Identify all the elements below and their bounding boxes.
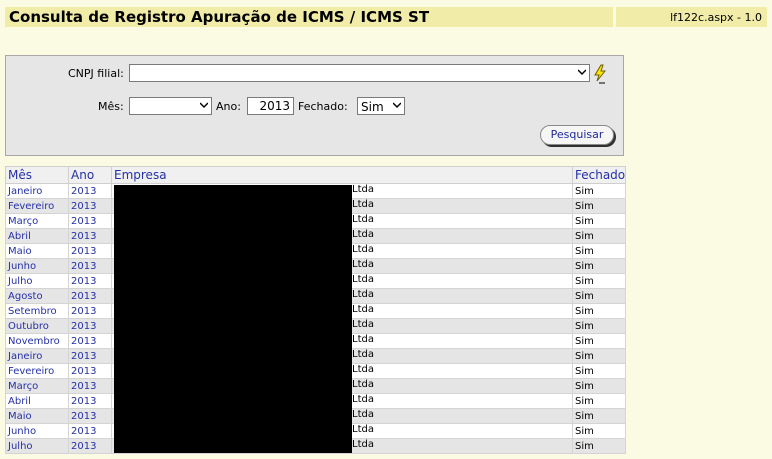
cell-ano[interactable]: 2013 <box>68 228 112 244</box>
cell-mes[interactable]: Maio <box>5 408 69 424</box>
cell-mes[interactable]: Março <box>5 378 69 394</box>
redaction-block <box>114 185 352 453</box>
filter-panel: CNPJ filial: Mês: Ano: 2013 Fechado: Sim… <box>5 55 624 156</box>
empresa-text: Ltda <box>352 274 374 286</box>
cell-fechado: Sim <box>572 318 626 334</box>
cell-mes[interactable]: Setembro <box>5 303 69 319</box>
column-header-empresa[interactable]: Empresa <box>111 166 573 184</box>
cell-mes[interactable]: Junho <box>5 423 69 439</box>
empresa-text: Ltda <box>352 379 374 391</box>
empresa-text: Ltda <box>352 424 374 436</box>
empresa-text: Ltda <box>352 439 374 451</box>
column-header-fechado[interactable]: Fechado <box>572 166 626 184</box>
empresa-text: Ltda <box>352 394 374 406</box>
empresa-text: Ltda <box>352 199 374 211</box>
cell-ano[interactable]: 2013 <box>68 258 112 274</box>
cell-fechado: Sim <box>572 348 626 364</box>
cell-mes[interactable]: Fevereiro <box>5 198 69 214</box>
empresa-text: Ltda <box>352 244 374 256</box>
cell-fechado: Sim <box>572 198 626 214</box>
cell-mes[interactable]: Agosto <box>5 288 69 304</box>
cell-fechado: Sim <box>572 423 626 439</box>
cnpj-label: CNPJ filial: <box>68 67 124 80</box>
cell-ano[interactable]: 2013 <box>68 363 112 379</box>
cell-fechado: Sim <box>572 303 626 319</box>
fechado-label: Fechado: <box>298 100 348 113</box>
cell-fechado: Sim <box>572 378 626 394</box>
cell-ano[interactable]: 2013 <box>68 393 112 409</box>
mes-select[interactable] <box>129 97 212 115</box>
cell-mes[interactable]: Julho <box>5 438 69 454</box>
empresa-text: Ltda <box>352 334 374 346</box>
cell-fechado: Sim <box>572 393 626 409</box>
cell-ano[interactable]: 2013 <box>68 348 112 364</box>
ano-input[interactable]: 2013 <box>247 97 294 115</box>
cell-ano[interactable]: 2013 <box>68 423 112 439</box>
cell-ano[interactable]: 2013 <box>68 408 112 424</box>
empresa-text: Ltda <box>352 409 374 421</box>
fechado-select-value: Sim <box>361 100 384 114</box>
cell-fechado: Sim <box>572 273 626 289</box>
cell-mes[interactable]: Janeiro <box>5 348 69 364</box>
empresa-text: Ltda <box>352 214 374 226</box>
cell-ano[interactable]: 2013 <box>68 198 112 214</box>
cell-fechado: Sim <box>572 183 626 199</box>
ano-label: Ano: <box>216 100 241 113</box>
table-header-row: Mês Ano Empresa Fechado <box>5 166 626 184</box>
cell-fechado: Sim <box>572 258 626 274</box>
search-button[interactable]: Pesquisar <box>540 125 614 145</box>
cell-mes[interactable]: Maio <box>5 243 69 259</box>
version-bar: lf122c.aspx - 1.0 <box>616 7 767 27</box>
cell-mes[interactable]: Março <box>5 213 69 229</box>
cell-mes[interactable]: Julho <box>5 273 69 289</box>
empresa-text: Ltda <box>352 364 374 376</box>
cell-mes[interactable]: Abril <box>5 393 69 409</box>
cell-ano[interactable]: 2013 <box>68 438 112 454</box>
cell-fechado: Sim <box>572 438 626 454</box>
chevron-down-icon <box>578 69 586 76</box>
empresa-text: Ltda <box>352 184 374 196</box>
cell-mes[interactable]: Outubro <box>5 318 69 334</box>
cell-ano[interactable]: 2013 <box>68 333 112 349</box>
cell-ano[interactable]: 2013 <box>68 213 112 229</box>
cell-mes[interactable]: Novembro <box>5 333 69 349</box>
empresa-text: Ltda <box>352 289 374 301</box>
cell-fechado: Sim <box>572 333 626 349</box>
empresa-text: Ltda <box>352 229 374 241</box>
page-version: lf122c.aspx - 1.0 <box>670 11 762 24</box>
cell-fechado: Sim <box>572 408 626 424</box>
cell-mes[interactable]: Janeiro <box>5 183 69 199</box>
cell-ano[interactable]: 2013 <box>68 273 112 289</box>
title-bar: Consulta de Registro Apuração de ICMS / … <box>5 7 613 27</box>
cell-ano[interactable]: 2013 <box>68 288 112 304</box>
cell-fechado: Sim <box>572 363 626 379</box>
cell-mes[interactable]: Junho <box>5 258 69 274</box>
cell-mes[interactable]: Fevereiro <box>5 363 69 379</box>
fechado-select[interactable]: Sim <box>357 97 405 115</box>
cell-ano[interactable]: 2013 <box>68 183 112 199</box>
column-header-ano[interactable]: Ano <box>68 166 112 184</box>
cell-fechado: Sim <box>572 228 626 244</box>
cell-fechado: Sim <box>572 288 626 304</box>
lightning-icon[interactable] <box>592 64 608 84</box>
empresa-text: Ltda <box>352 349 374 361</box>
column-header-mes[interactable]: Mês <box>5 166 69 184</box>
cell-fechado: Sim <box>572 243 626 259</box>
cell-fechado: Sim <box>572 213 626 229</box>
empresa-text: Ltda <box>352 304 374 316</box>
cell-ano[interactable]: 2013 <box>68 303 112 319</box>
mes-label: Mês: <box>98 100 124 113</box>
cell-ano[interactable]: 2013 <box>68 378 112 394</box>
cnpj-select[interactable] <box>129 64 590 82</box>
cell-mes[interactable]: Abril <box>5 228 69 244</box>
cell-ano[interactable]: 2013 <box>68 243 112 259</box>
chevron-down-icon <box>393 102 401 109</box>
chevron-down-icon <box>200 102 208 109</box>
empresa-text: Ltda <box>352 319 374 331</box>
page-title: Consulta de Registro Apuração de ICMS / … <box>9 8 430 26</box>
empresa-text: Ltda <box>352 259 374 271</box>
cell-ano[interactable]: 2013 <box>68 318 112 334</box>
